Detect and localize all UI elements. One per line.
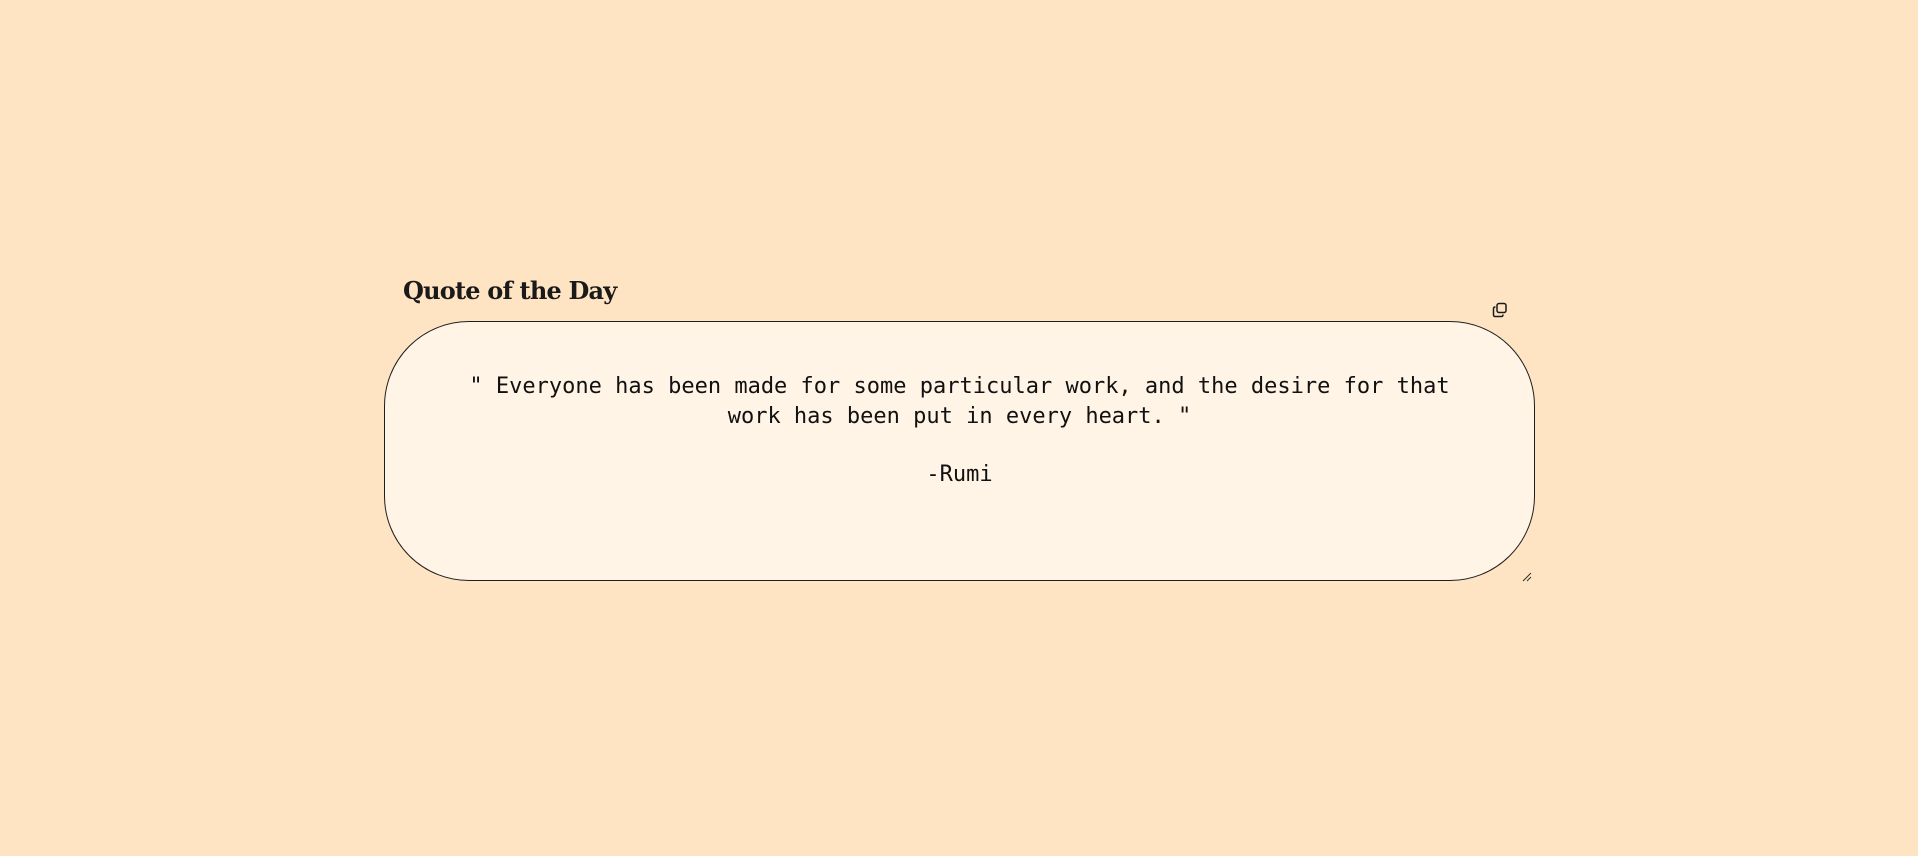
copy-button[interactable] (1490, 300, 1510, 320)
resize-handle[interactable] (1521, 568, 1533, 582)
resize-handle-icon (1522, 572, 1532, 582)
copy-icon (1492, 302, 1507, 318)
quote-widget-title: Quote of the Day (403, 276, 617, 305)
quote-text: " Everyone has been made for some partic… (469, 374, 1450, 429)
quote-author: -Rumi (926, 462, 993, 487)
quote-card: " Everyone has been made for some partic… (384, 321, 1535, 581)
